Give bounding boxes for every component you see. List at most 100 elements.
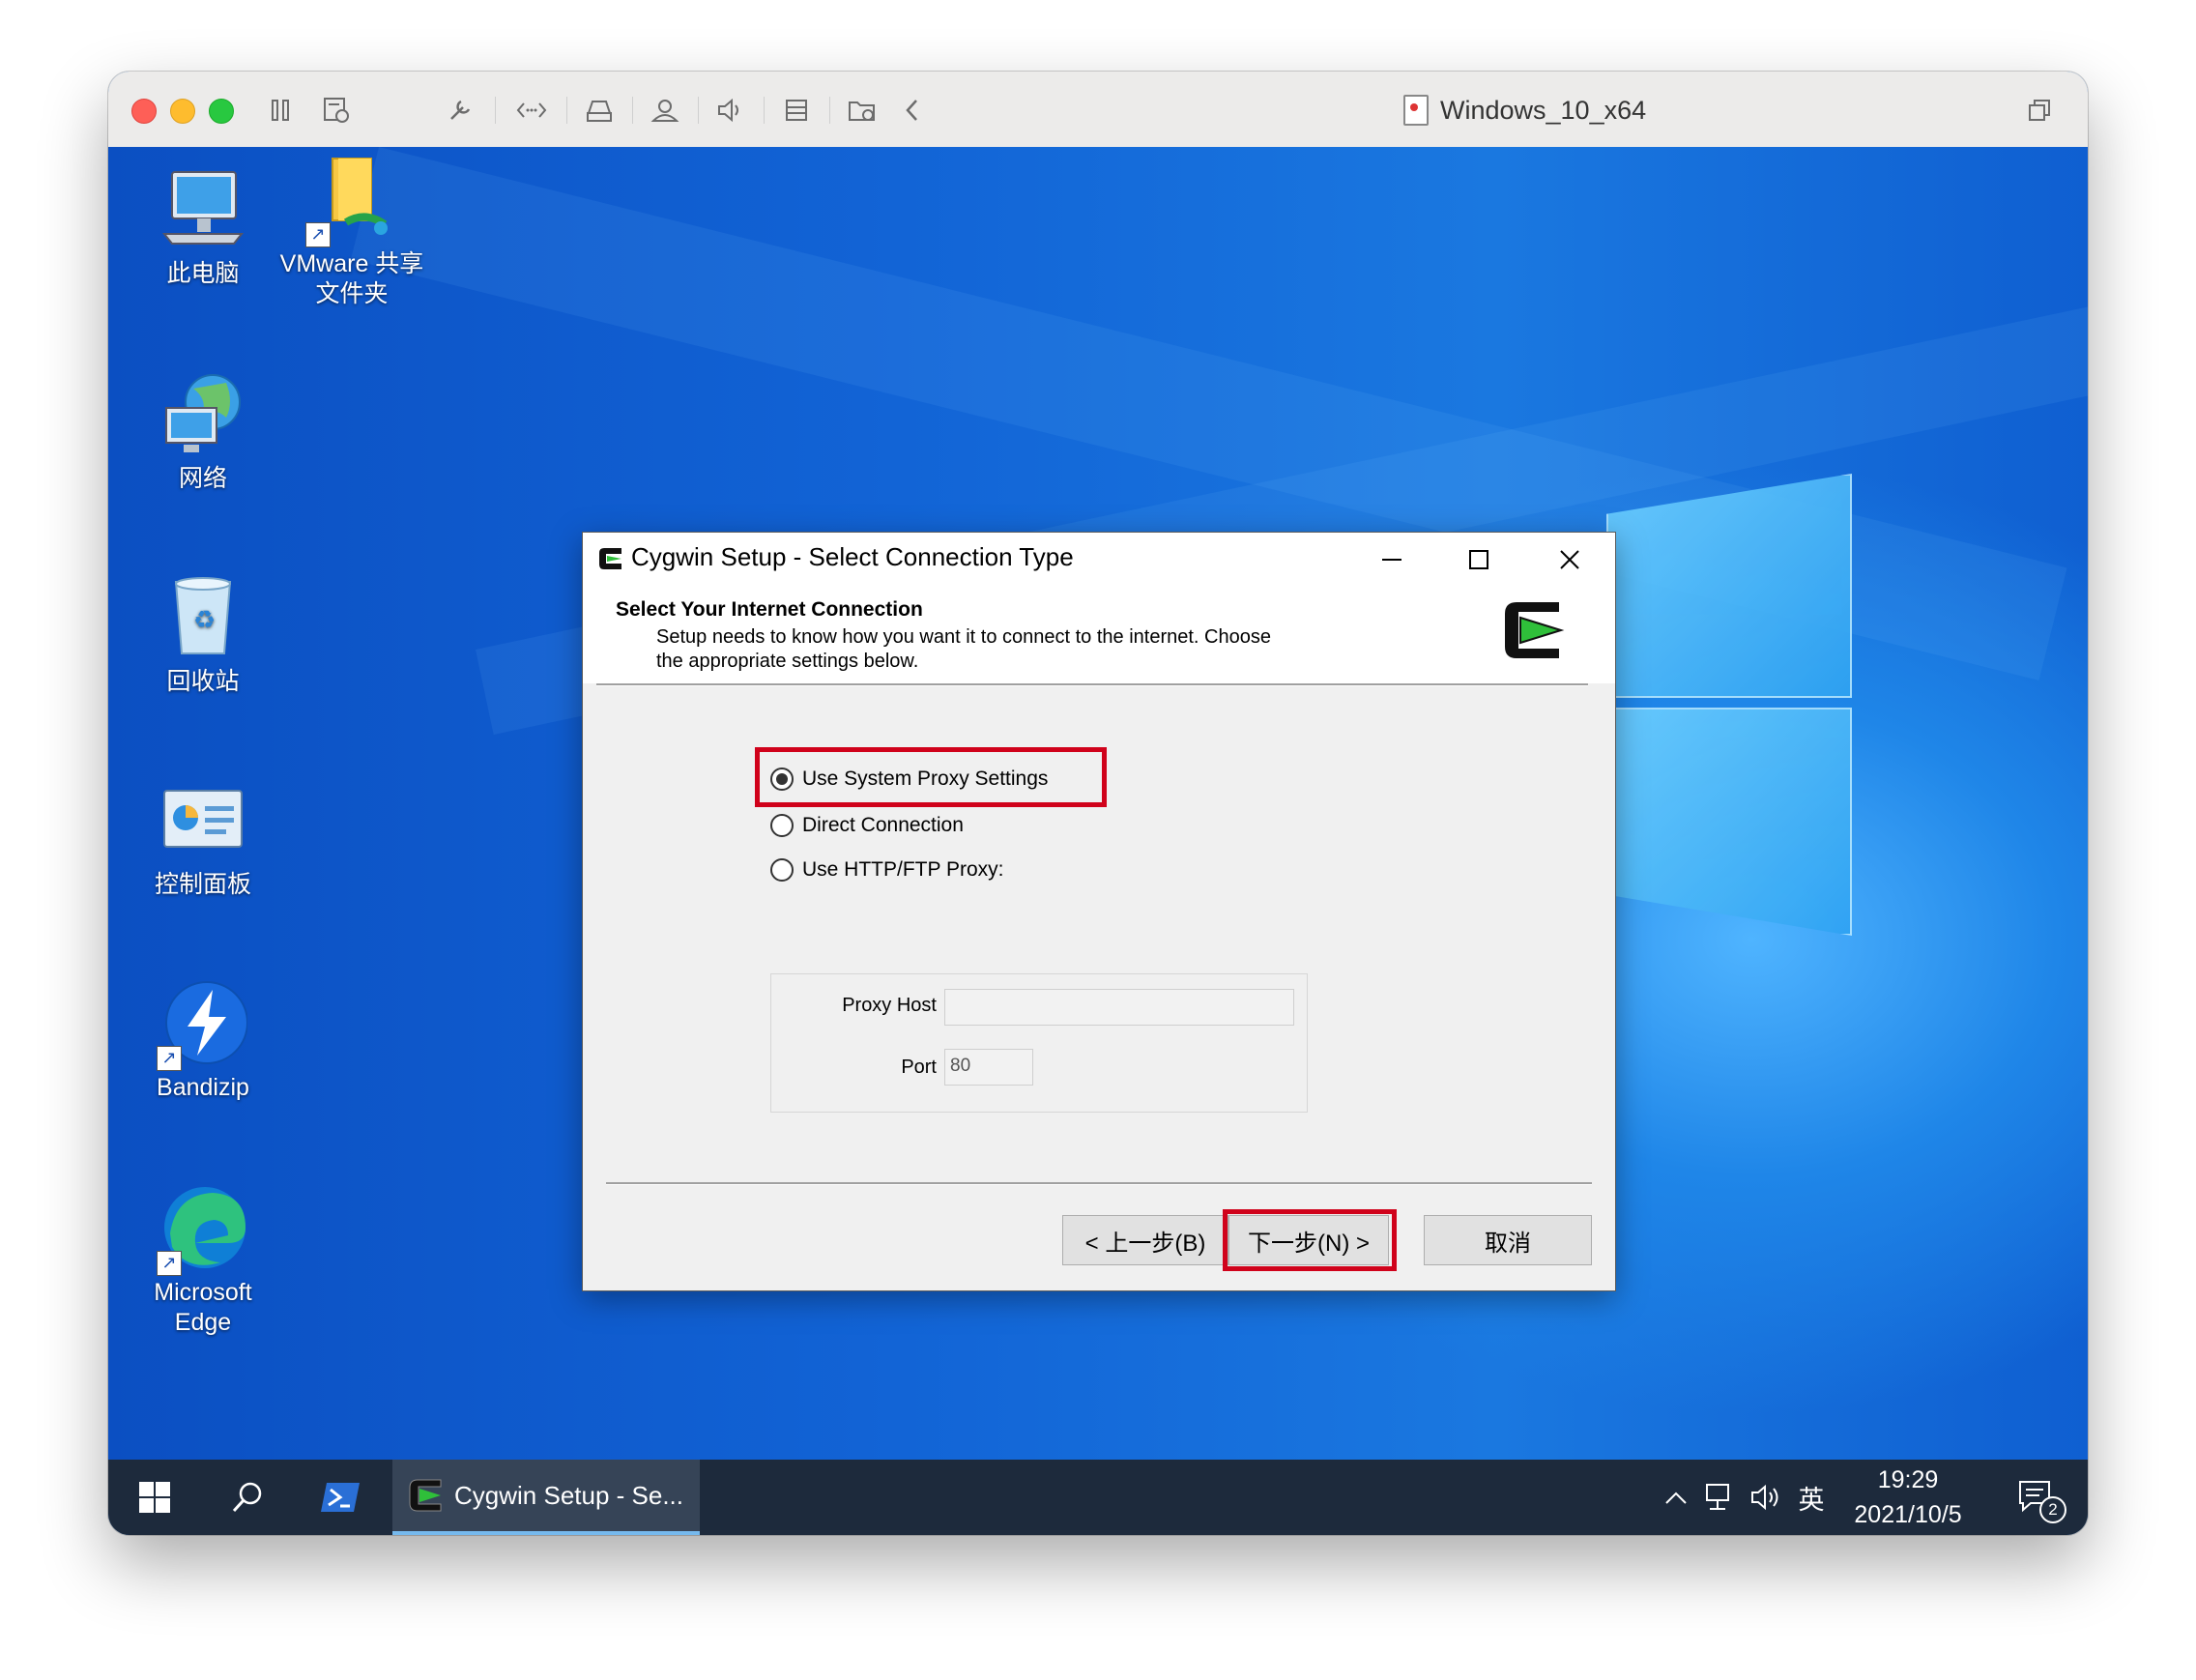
action-center-button[interactable]: 2 bbox=[2003, 1460, 2070, 1535]
ime-indicator[interactable]: 英 bbox=[1790, 1460, 1833, 1535]
shortcut-arrow-icon: ↗ bbox=[157, 1251, 182, 1276]
desktop-icon-recycle-bin[interactable]: ♻ 回收站 bbox=[126, 572, 280, 697]
computer-icon bbox=[159, 164, 247, 253]
desktop-icon-label: 此电脑 bbox=[166, 260, 240, 287]
svg-text:♻: ♻ bbox=[193, 606, 216, 635]
network-tray-icon bbox=[1706, 1484, 1729, 1510]
vm-document-icon bbox=[1403, 95, 1429, 126]
vm-title: Windows_10_x64 bbox=[1403, 91, 1646, 130]
powershell-icon bbox=[321, 1483, 360, 1512]
header-separator bbox=[596, 683, 1588, 686]
volume-tray-button[interactable] bbox=[1746, 1460, 1788, 1535]
desktop-icon-bandizip[interactable]: ↗ Bandizip bbox=[126, 978, 280, 1103]
snapshot-icon[interactable] bbox=[319, 93, 354, 128]
toolbar-separator bbox=[566, 97, 567, 124]
port-label: Port bbox=[901, 1057, 937, 1078]
toolbar-separator bbox=[698, 97, 699, 124]
chevron-up-icon bbox=[1665, 1492, 1687, 1504]
highlight-box bbox=[1223, 1209, 1397, 1271]
network-tray-button[interactable] bbox=[1699, 1460, 1742, 1535]
windows-logo-icon bbox=[139, 1482, 170, 1513]
dialog-close-button[interactable] bbox=[1526, 533, 1613, 587]
shared-folder-icon: ↗ bbox=[305, 155, 396, 247]
clock-date: 2021/10/5 bbox=[1854, 1501, 1962, 1528]
cygwin-setup-dialog: Cygwin Setup - Select Connection Type Se… bbox=[582, 532, 1616, 1291]
header-description: Setup needs to know how you want it to c… bbox=[656, 625, 1352, 674]
speaker-icon[interactable] bbox=[713, 93, 748, 128]
desktop-icon-edge[interactable]: ↗ Microsoft Edge bbox=[126, 1183, 280, 1338]
volume-icon bbox=[1751, 1484, 1778, 1511]
desktop-icon-label: Bandizip bbox=[157, 1074, 249, 1101]
desktop-icon-label: 网络 bbox=[178, 465, 227, 492]
port-input[interactable]: 80 bbox=[944, 1049, 1033, 1086]
clock[interactable]: 19:29 2021/10/5 bbox=[1840, 1460, 1976, 1535]
minimize-window-button[interactable] bbox=[170, 99, 195, 124]
pause-icon[interactable] bbox=[263, 93, 298, 128]
toolbar-separator bbox=[495, 97, 496, 124]
search-icon bbox=[232, 1482, 262, 1513]
cancel-button[interactable]: 取消 bbox=[1424, 1215, 1592, 1265]
desktop-icon-network[interactable]: 网络 bbox=[126, 369, 280, 494]
desktop-icon-this-pc[interactable]: 此电脑 bbox=[126, 164, 280, 289]
header-title: Select Your Internet Connection bbox=[616, 598, 923, 621]
option-label: Use HTTP/FTP Proxy: bbox=[802, 858, 1004, 881]
folder-icon[interactable] bbox=[845, 93, 880, 128]
back-button[interactable]: < 上一步(B) bbox=[1062, 1215, 1228, 1265]
header-description-line: the appropriate settings below. bbox=[656, 651, 919, 672]
desktop-icon-label: 回收站 bbox=[166, 668, 240, 695]
wrench-icon[interactable] bbox=[443, 93, 477, 128]
shortcut-arrow-icon: ↗ bbox=[305, 222, 331, 247]
cygwin-taskbar-button[interactable]: Cygwin Setup - Se... bbox=[392, 1460, 700, 1535]
recycle-bin-icon: ♻ bbox=[159, 572, 247, 661]
radio-button[interactable] bbox=[770, 814, 794, 837]
desktop-icon-label: Microsoft Edge bbox=[154, 1279, 252, 1336]
restore-window-icon[interactable] bbox=[2022, 93, 2057, 128]
code-icon[interactable] bbox=[514, 93, 549, 128]
start-button[interactable] bbox=[108, 1460, 201, 1535]
desktop-icon-control-panel[interactable]: 控制面板 bbox=[126, 775, 280, 900]
vm-titlebar: Windows_10_x64 bbox=[108, 72, 2088, 148]
dialog-minimize-button[interactable] bbox=[1348, 533, 1435, 587]
footer-separator bbox=[606, 1182, 1592, 1185]
drive-icon[interactable] bbox=[582, 93, 617, 128]
vm-title-text: Windows_10_x64 bbox=[1440, 95, 1647, 125]
cygwin-app-icon bbox=[409, 1479, 442, 1512]
back-icon[interactable] bbox=[895, 93, 930, 128]
user-icon[interactable] bbox=[648, 93, 682, 128]
radio-button[interactable] bbox=[770, 858, 794, 882]
desktop-icon-label: VMware 共享 文件夹 bbox=[279, 250, 424, 307]
search-button[interactable] bbox=[201, 1460, 294, 1535]
proxy-host-input[interactable] bbox=[944, 989, 1294, 1026]
proxy-host-label: Proxy Host bbox=[842, 995, 937, 1016]
toolbar-separator bbox=[632, 97, 633, 124]
clock-time: 19:29 bbox=[1877, 1466, 1939, 1493]
highlight-box bbox=[755, 747, 1107, 807]
cygwin-app-icon bbox=[596, 544, 625, 578]
network-icon bbox=[159, 369, 247, 458]
cygwin-logo-icon bbox=[1499, 596, 1567, 669]
close-window-button[interactable] bbox=[131, 99, 157, 124]
dialog-maximize-button[interactable] bbox=[1435, 533, 1522, 587]
wallpaper-logo-pane bbox=[1606, 708, 1852, 936]
show-hidden-icons-button[interactable] bbox=[1657, 1460, 1695, 1535]
header-description-line: Setup needs to know how you want it to c… bbox=[656, 626, 1271, 648]
list-icon[interactable] bbox=[779, 93, 814, 128]
option-http-ftp-proxy[interactable]: Use HTTP/FTP Proxy: bbox=[770, 855, 1003, 884]
vm-window: Windows_10_x64 此电脑 ↗ VMware 共享 文件夹 网络 ♻ … bbox=[108, 72, 2088, 1535]
dialog-title: Cygwin Setup - Select Connection Type bbox=[631, 542, 1074, 571]
taskbar: Cygwin Setup - Se... 英 19:29 2021/10/5 2 bbox=[108, 1460, 2088, 1535]
bandizip-icon: ↗ bbox=[157, 978, 248, 1071]
control-panel-icon bbox=[159, 775, 247, 864]
powershell-taskbar-button[interactable] bbox=[294, 1460, 387, 1535]
windows-desktop: 此电脑 ↗ VMware 共享 文件夹 网络 ♻ 回收站 控制面板 ↗ Band… bbox=[108, 147, 2088, 1460]
toolbar-separator bbox=[764, 97, 765, 124]
zoom-window-button[interactable] bbox=[209, 99, 234, 124]
shortcut-arrow-icon: ↗ bbox=[157, 1046, 182, 1071]
edge-icon: ↗ bbox=[157, 1183, 247, 1276]
dialog-titlebar: Cygwin Setup - Select Connection Type bbox=[583, 533, 1615, 587]
option-label: Direct Connection bbox=[802, 814, 964, 836]
ime-label: 英 bbox=[1798, 1485, 1825, 1515]
desktop-icon-vmware-shared[interactable]: ↗ VMware 共享 文件夹 bbox=[274, 155, 429, 309]
toolbar-separator bbox=[829, 97, 830, 124]
option-direct-connection[interactable]: Direct Connection bbox=[770, 811, 964, 840]
